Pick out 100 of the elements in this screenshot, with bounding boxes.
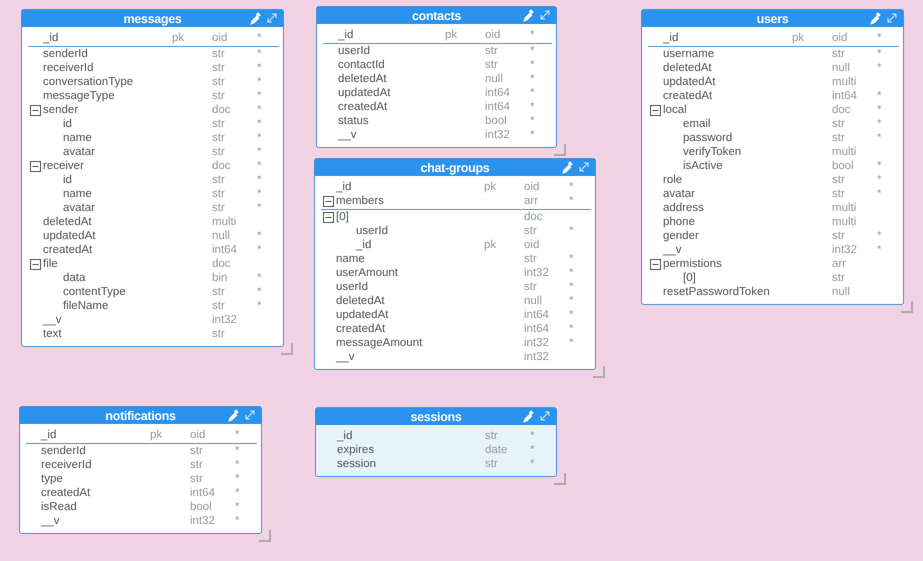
resize-handle-icon[interactable] xyxy=(901,301,913,313)
required-mark: * xyxy=(530,444,534,456)
field-name: userId xyxy=(336,281,368,293)
field-type: str xyxy=(832,188,846,200)
collection-card[interactable]: sessions _id str * expires date * session str * xyxy=(315,407,557,477)
field-name: updatedAt xyxy=(336,309,388,321)
field-type: oid xyxy=(485,29,502,41)
expand-icon[interactable] xyxy=(886,12,898,24)
eyedropper-icon[interactable] xyxy=(561,161,573,175)
field-name: updatedAt xyxy=(43,230,96,242)
resize-handle-icon[interactable] xyxy=(593,366,605,378)
required-mark: * xyxy=(877,174,882,186)
collapse-icon[interactable] xyxy=(650,104,661,116)
expand-icon[interactable] xyxy=(578,161,590,173)
required-mark: * xyxy=(569,225,574,237)
required-mark: * xyxy=(257,104,262,116)
eyedropper-icon[interactable] xyxy=(869,12,881,26)
collection-card[interactable]: notifications _id pk oid * senderId str * receiverId str * type str * createdAt int64 * isRead bool * __v int32 * xyxy=(19,406,262,534)
field-type: str xyxy=(212,146,226,158)
field-name: userId xyxy=(356,225,388,237)
required-mark: * xyxy=(569,309,574,321)
field-name: verifyToken xyxy=(683,146,742,158)
field-name: _id xyxy=(356,239,372,251)
field-name: updatedAt xyxy=(663,76,716,88)
field-name: type xyxy=(41,473,63,485)
field-type: str xyxy=(212,300,226,312)
field-type: int64 xyxy=(485,87,511,99)
eyedropper-icon[interactable] xyxy=(522,9,534,23)
field-name: senderId xyxy=(41,445,86,457)
expand-icon[interactable] xyxy=(244,409,256,421)
resize-handle-icon[interactable] xyxy=(281,343,293,355)
field-type: str xyxy=(212,90,226,102)
eyedropper-icon[interactable] xyxy=(249,12,261,26)
field-name: role xyxy=(663,174,682,186)
field-type: oid xyxy=(524,239,540,251)
collection-card[interactable] xyxy=(21,9,284,347)
field-type: int64 xyxy=(524,309,550,321)
field-name: sender xyxy=(43,104,78,116)
field-type: str xyxy=(524,225,538,237)
expand-icon[interactable] xyxy=(539,410,551,422)
field-name: receiver xyxy=(43,160,84,172)
field-name: _id xyxy=(43,32,58,44)
field-type: bool xyxy=(485,115,508,127)
field-name: receiverId xyxy=(41,459,92,471)
expand-icon[interactable] xyxy=(539,9,551,21)
resize-handle-icon[interactable] xyxy=(554,144,566,156)
key-label: pk xyxy=(172,32,184,44)
field-type: int32 xyxy=(524,267,550,279)
collection-card[interactable]: contacts _id pk oid * userId str * contactId str * deletedAt null * updatedAt int64 * createdAt int64 * status bool * __v int32 * xyxy=(316,6,557,148)
required-mark: * xyxy=(530,458,534,470)
field-type: int32 xyxy=(212,314,238,326)
collapse-icon[interactable] xyxy=(650,258,661,270)
collapse-icon[interactable] xyxy=(323,212,334,222)
eyedropper-icon[interactable] xyxy=(522,410,534,424)
field-name: file xyxy=(43,258,58,270)
collapse-icon[interactable] xyxy=(323,196,334,206)
required-mark: * xyxy=(257,202,262,214)
collapse-icon[interactable] xyxy=(30,160,41,172)
collection-card[interactable] xyxy=(641,9,904,305)
collapse-icon[interactable] xyxy=(30,258,41,270)
field-type: int64 xyxy=(212,244,238,256)
required-mark: * xyxy=(569,323,574,335)
field-name: userAmount xyxy=(336,267,398,279)
field-type: int32 xyxy=(190,515,216,527)
required-mark: * xyxy=(569,295,574,307)
field-name: [0] xyxy=(683,272,696,284)
required-mark: * xyxy=(530,87,534,99)
field-name: permistions xyxy=(663,258,722,270)
required-mark: * xyxy=(257,76,262,88)
required-mark: * xyxy=(877,32,882,44)
required-mark: * xyxy=(257,188,262,200)
field-type: str xyxy=(832,272,846,284)
field-type: int64 xyxy=(832,90,858,102)
required-mark: * xyxy=(877,62,882,74)
field-type: str xyxy=(212,202,226,214)
required-mark: * xyxy=(235,473,240,485)
collection-card[interactable]: chat-groups _id pk oid * members arr * [0] doc userId str * _id pk oid name str * userAmount int32 * userId str * deletedAt null * updatedAt int64 * createdAt int64 * messageAmount int32 * __v int32 xyxy=(314,158,596,370)
collection-title: users xyxy=(756,12,790,26)
field-type: int64 xyxy=(190,487,216,499)
field-name: avatar xyxy=(63,202,95,214)
expand-icon[interactable] xyxy=(266,12,278,24)
resize-handle-icon[interactable] xyxy=(259,530,271,542)
field-type: oid xyxy=(524,181,540,193)
required-mark: * xyxy=(530,45,534,57)
field-type: date xyxy=(485,444,508,456)
field-name: userId xyxy=(338,45,370,57)
field-type: str xyxy=(524,281,538,293)
required-mark: * xyxy=(530,430,534,442)
field-type: str xyxy=(190,445,204,457)
field-type: str xyxy=(212,132,226,144)
collapse-icon[interactable] xyxy=(30,104,41,116)
field-type: str xyxy=(212,188,226,200)
required-mark: * xyxy=(257,132,262,144)
field-name: deletedAt xyxy=(43,216,92,228)
field-type: multi xyxy=(832,146,858,158)
field-name: _id xyxy=(663,32,678,44)
resize-handle-icon[interactable] xyxy=(554,473,566,485)
required-mark: * xyxy=(257,174,262,186)
field-type: null xyxy=(212,230,231,242)
eyedropper-icon[interactable] xyxy=(227,409,239,423)
